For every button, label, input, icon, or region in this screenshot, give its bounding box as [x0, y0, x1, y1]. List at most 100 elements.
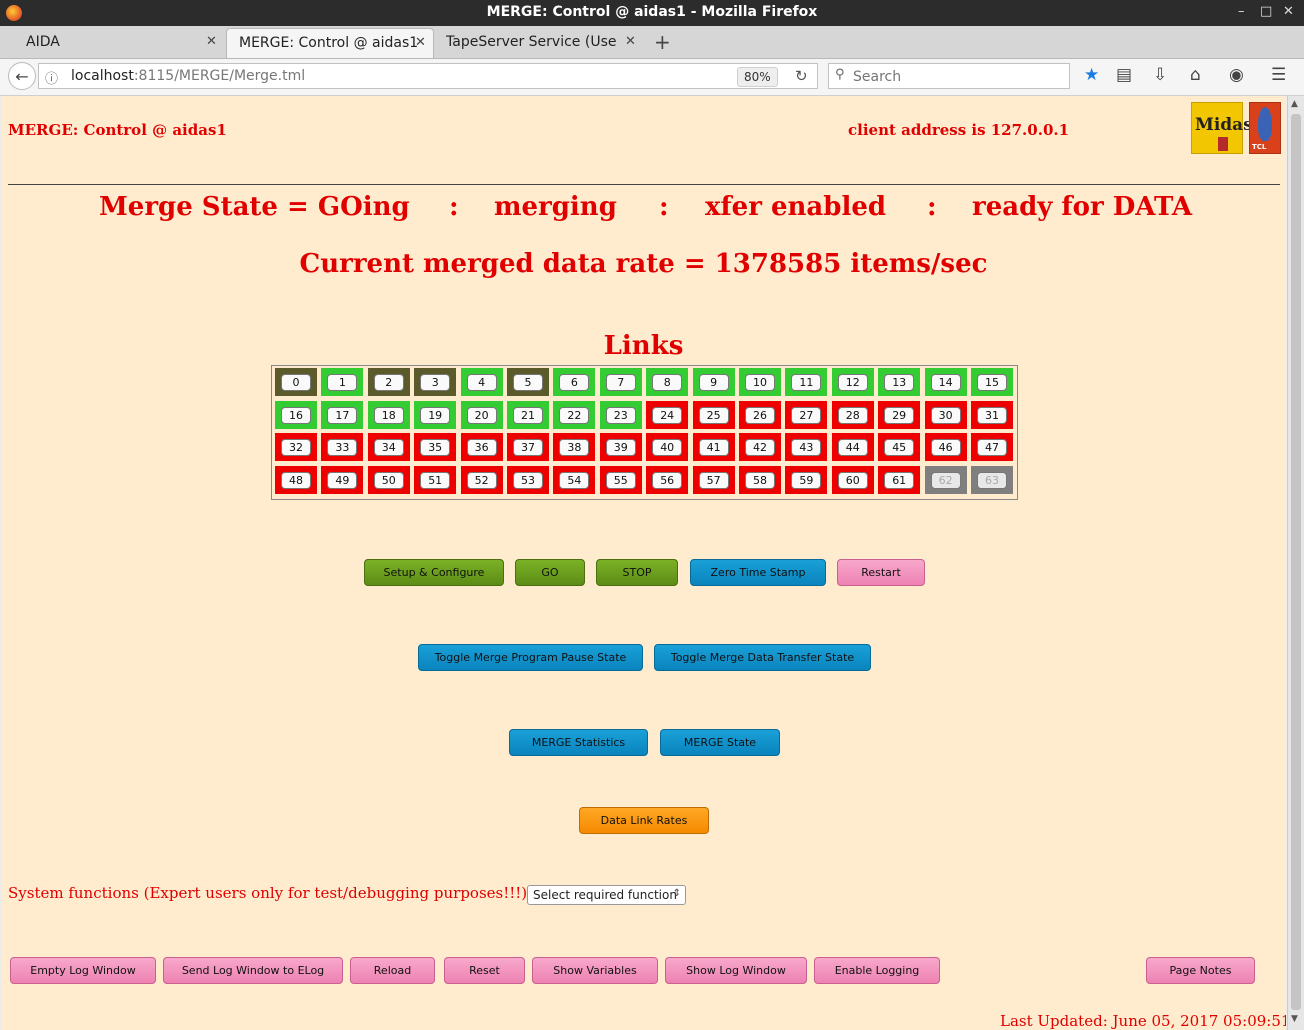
search-bar[interactable]: ⚲	[828, 63, 1070, 89]
close-window-icon[interactable]: ✕	[1283, 4, 1294, 19]
link-button[interactable]: 52	[466, 472, 497, 490]
link-button[interactable]: 28	[837, 406, 868, 424]
zero-time-stamp-button[interactable]: Zero Time Stamp	[690, 559, 826, 586]
page-notes-button[interactable]: Page Notes	[1146, 957, 1255, 984]
link-button[interactable]: 49	[327, 472, 358, 490]
scroll-up-icon[interactable]: ▲	[1291, 99, 1298, 109]
link-button[interactable]: 22	[559, 406, 590, 424]
enable-logging-button[interactable]: Enable Logging	[814, 957, 940, 984]
link-button[interactable]: 44	[837, 439, 868, 457]
link-button[interactable]: 54	[559, 472, 590, 490]
back-arrow-icon[interactable]: ←	[8, 62, 36, 90]
tab-close-icon[interactable]: ✕	[206, 34, 217, 49]
link-button[interactable]: 11	[791, 374, 822, 391]
search-input[interactable]	[851, 66, 1065, 88]
link-button[interactable]: 12	[837, 374, 868, 391]
link-button[interactable]: 3	[420, 374, 451, 391]
link-button[interactable]: 24	[652, 406, 683, 424]
show-variables-button[interactable]: Show Variables	[532, 957, 658, 984]
link-button[interactable]: 47	[977, 439, 1007, 457]
link-button[interactable]: 39	[605, 439, 636, 457]
tab-close-icon[interactable]: ✕	[625, 34, 636, 49]
link-button[interactable]: 21	[513, 406, 543, 424]
link-button[interactable]: 14	[930, 374, 961, 391]
toggle-pause-button[interactable]: Toggle Merge Program Pause State	[418, 644, 643, 671]
scrollbar-thumb[interactable]	[1291, 114, 1301, 1010]
link-button[interactable]: 61	[884, 472, 915, 490]
link-button[interactable]: 63	[977, 472, 1007, 490]
link-button[interactable]: 9	[698, 374, 729, 391]
link-button[interactable]: 48	[281, 472, 311, 490]
link-button[interactable]: 5	[513, 374, 543, 391]
link-button[interactable]: 15	[977, 374, 1007, 391]
new-tab-button[interactable]: +	[654, 30, 671, 54]
link-button[interactable]: 2	[373, 374, 404, 391]
link-button[interactable]: 0	[281, 374, 311, 391]
scroll-down-icon[interactable]: ▼	[1291, 1014, 1298, 1024]
merge-state-button[interactable]: MERGE State	[660, 729, 780, 756]
tab-close-icon[interactable]: ✕	[415, 35, 426, 50]
link-button[interactable]: 40	[652, 439, 683, 457]
link-button[interactable]: 31	[977, 406, 1007, 424]
link-button[interactable]: 62	[930, 472, 961, 490]
link-button[interactable]: 36	[466, 439, 497, 457]
reading-list-icon[interactable]: ▤	[1116, 65, 1132, 85]
link-button[interactable]: 6	[559, 374, 590, 391]
link-button[interactable]: 10	[745, 374, 775, 391]
link-button[interactable]: 58	[745, 472, 775, 490]
link-button[interactable]: 30	[930, 406, 961, 424]
link-button[interactable]: 55	[605, 472, 636, 490]
link-button[interactable]: 51	[420, 472, 451, 490]
tab-merge-control[interactable]: MERGE: Control @ aidas1 ✕	[226, 28, 434, 58]
link-button[interactable]: 19	[420, 406, 451, 424]
show-log-window-button[interactable]: Show Log Window	[665, 957, 807, 984]
link-button[interactable]: 1	[327, 374, 358, 391]
stop-button[interactable]: STOP	[596, 559, 678, 586]
reload-icon[interactable]: ↻	[795, 67, 808, 85]
url-bar[interactable]: ⓘ localhost:8115/MERGE/Merge.tml 80% ↻	[38, 63, 818, 89]
pocket-icon[interactable]: ◉	[1229, 65, 1244, 85]
menu-icon[interactable]: ☰	[1271, 65, 1286, 85]
link-button[interactable]: 18	[373, 406, 404, 424]
merge-statistics-button[interactable]: MERGE Statistics	[509, 729, 648, 756]
reset-button[interactable]: Reset	[444, 957, 525, 984]
url-text[interactable]: localhost:8115/MERGE/Merge.tml	[71, 68, 305, 84]
link-button[interactable]: 41	[698, 439, 729, 457]
setup-configure-button[interactable]: Setup & Configure	[364, 559, 504, 586]
bookmark-star-icon[interactable]: ★	[1084, 65, 1099, 85]
link-button[interactable]: 59	[791, 472, 822, 490]
zoom-level-badge[interactable]: 80%	[737, 67, 778, 87]
tab-aida[interactable]: AIDA ✕	[14, 28, 224, 58]
system-function-select[interactable]: Select required function ⇕	[527, 885, 686, 905]
link-button[interactable]: 37	[513, 439, 543, 457]
link-button[interactable]: 23	[605, 406, 636, 424]
link-button[interactable]: 38	[559, 439, 590, 457]
link-button[interactable]: 29	[884, 406, 915, 424]
send-log-elog-button[interactable]: Send Log Window to ELog	[163, 957, 343, 984]
tab-tapeserver[interactable]: TapeServer Service (Use... ✕	[434, 28, 644, 58]
link-button[interactable]: 46	[930, 439, 961, 457]
link-button[interactable]: 35	[420, 439, 451, 457]
link-button[interactable]: 43	[791, 439, 822, 457]
link-button[interactable]: 16	[281, 406, 311, 424]
home-icon[interactable]: ⌂	[1190, 65, 1201, 85]
link-button[interactable]: 60	[837, 472, 868, 490]
empty-log-button[interactable]: Empty Log Window	[10, 957, 156, 984]
link-button[interactable]: 53	[513, 472, 543, 490]
link-button[interactable]: 45	[884, 439, 915, 457]
maximize-icon[interactable]: □	[1260, 4, 1272, 19]
go-button[interactable]: GO	[515, 559, 585, 586]
site-info-icon[interactable]: ⓘ	[45, 68, 58, 87]
link-button[interactable]: 25	[698, 406, 729, 424]
link-button[interactable]: 20	[466, 406, 497, 424]
link-button[interactable]: 8	[652, 374, 683, 391]
link-button[interactable]: 34	[373, 439, 404, 457]
restart-button[interactable]: Restart	[837, 559, 925, 586]
link-button[interactable]: 13	[884, 374, 915, 391]
minimize-icon[interactable]: –	[1238, 4, 1245, 19]
data-link-rates-button[interactable]: Data Link Rates	[579, 807, 709, 834]
link-button[interactable]: 17	[327, 406, 358, 424]
link-button[interactable]: 33	[327, 439, 358, 457]
toggle-transfer-button[interactable]: Toggle Merge Data Transfer State	[654, 644, 871, 671]
vertical-scrollbar[interactable]: ▲ ▼	[1287, 96, 1304, 1030]
